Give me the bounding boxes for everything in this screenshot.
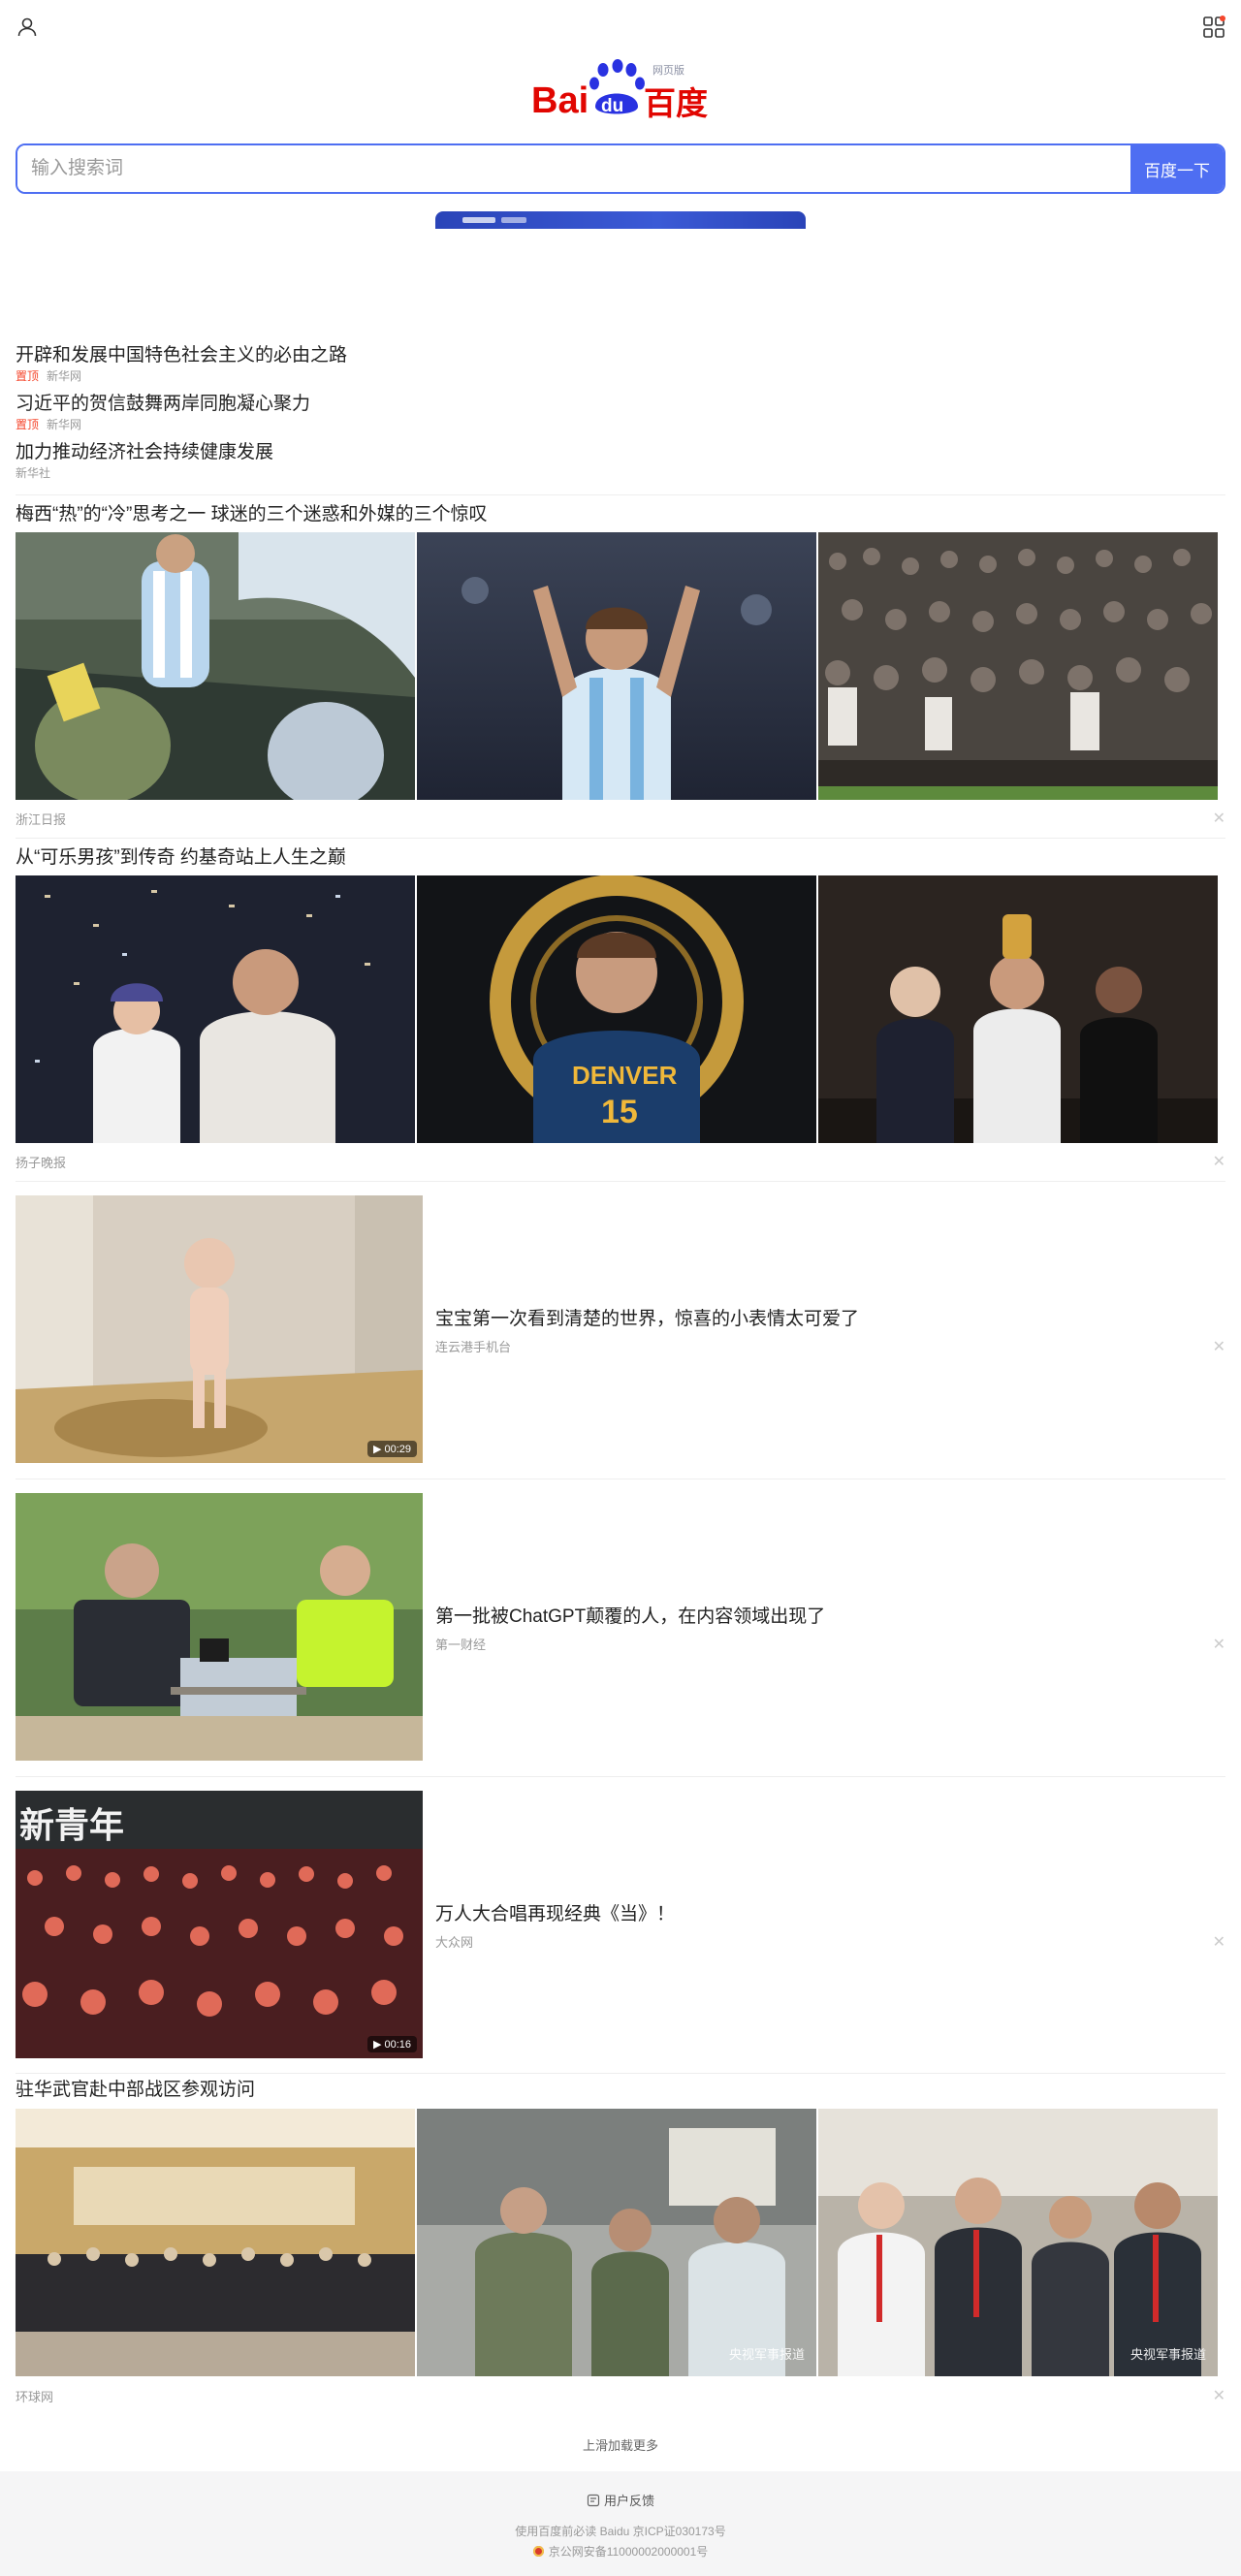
feed-title[interactable]: 宝宝第一次看到清楚的世界，惊喜的小表情太可爱了 xyxy=(435,1304,859,1330)
feed-title[interactable]: 万人大合唱再现经典《当》！ xyxy=(435,1899,675,1925)
feed-image-row[interactable]: 央视军事报道 央视军事报道 xyxy=(16,2109,1218,2376)
feed-source: 第一财经 xyxy=(435,1638,487,1652)
banner-logo xyxy=(462,217,495,223)
svg-text:Bai: Bai xyxy=(531,80,589,120)
divider xyxy=(16,1181,1225,1182)
footer-police-record[interactable]: 京公网安备11000002000001号 xyxy=(0,2543,1241,2560)
feed-image[interactable] xyxy=(417,532,816,800)
footer-legal[interactable]: 使用百度前必读 Baidu 京ICP证030173号 xyxy=(0,2523,1241,2539)
load-more-hint: 上滑加载更多 xyxy=(582,2438,658,2453)
banner-text xyxy=(501,217,526,223)
feed-source: 环球网 xyxy=(16,2390,54,2404)
hot-source: 新华社 xyxy=(16,466,51,480)
close-icon[interactable]: ✕ xyxy=(1213,1152,1225,1171)
feed-image[interactable] xyxy=(16,2109,415,2376)
duration-text: 00:29 xyxy=(384,1444,411,1455)
close-icon[interactable]: ✕ xyxy=(1213,2386,1225,2405)
hot-source: 新华网 xyxy=(47,369,82,383)
feed-video-thumbnail[interactable]: 新青年 ▶ 00:16 xyxy=(16,1791,423,2058)
feed-title[interactable]: 驻华武官赴中部战区参观访问 xyxy=(16,2078,255,2103)
feed-image-row[interactable] xyxy=(16,532,1218,800)
feed-image[interactable] xyxy=(818,532,1218,800)
svg-text:DENVER: DENVER xyxy=(572,1061,678,1090)
hot-title[interactable]: 习近平的贺信鼓舞两岸同胞凝心聚力 xyxy=(16,393,1225,416)
feed-image[interactable] xyxy=(16,1493,423,1761)
list-item[interactable]: 加力推动经济社会持续健康发展 新华社 xyxy=(16,441,1225,490)
top-bar xyxy=(0,0,1241,54)
search-button[interactable]: 百度一下 xyxy=(1130,145,1224,192)
feed-image[interactable]: 央视军事报道 xyxy=(417,2109,816,2376)
police-record-text[interactable]: 京公网安备11000002000001号 xyxy=(549,2545,709,2559)
hot-news-list: 开辟和发展中国特色社会主义的必由之路 置顶 新华网 习近平的贺信鼓舞两岸同胞凝心聚… xyxy=(16,344,1225,490)
logo-badge: 网页版 xyxy=(652,63,684,77)
footer: 用户反馈 使用百度前必读 Baidu 京ICP证030173号 京公网安备110… xyxy=(0,2471,1241,2576)
pinned-badge: 置顶 xyxy=(16,369,40,383)
feed-title[interactable]: 从“可乐男孩”到传奇 约基奇站上人生之巅 xyxy=(16,845,346,871)
video-duration-badge: ▶ 00:16 xyxy=(366,2036,417,2052)
divider xyxy=(16,838,1225,839)
hot-title[interactable]: 加力推动经济社会持续健康发展 xyxy=(16,441,1225,464)
list-item[interactable]: 开辟和发展中国特色社会主义的必由之路 置顶 新华网 xyxy=(16,344,1225,393)
search-box: 百度一下 xyxy=(16,143,1225,194)
police-emblem-icon xyxy=(532,2546,544,2557)
close-icon[interactable]: ✕ xyxy=(1213,809,1225,828)
search-input[interactable] xyxy=(17,145,1130,192)
user-icon[interactable] xyxy=(16,16,39,39)
feed-title[interactable]: 第一批被ChatGPT颠覆的人，在内容领域出现了 xyxy=(435,1602,825,1628)
svg-text:15: 15 xyxy=(601,1094,638,1130)
svg-text:du: du xyxy=(601,96,623,116)
feed-image[interactable] xyxy=(16,875,415,1143)
feed-video-thumbnail[interactable]: ▶ 00:29 xyxy=(16,1195,423,1463)
svg-text:百度: 百度 xyxy=(644,84,708,120)
feed-image[interactable] xyxy=(16,532,415,800)
hot-source: 新华网 xyxy=(47,418,82,431)
feed-source: 浙江日报 xyxy=(16,812,67,827)
divider xyxy=(16,1776,1225,1777)
feedback-icon xyxy=(587,2494,600,2507)
feed-title[interactable]: 梅西“热”的“冷”思考之一 球迷的三个迷惑和外媒的三个惊叹 xyxy=(16,502,488,527)
svg-text:新青年: 新青年 xyxy=(19,1806,124,1846)
feedback-link[interactable]: 用户反馈 xyxy=(0,2491,1241,2509)
feed-image[interactable]: 央视军事报道 xyxy=(818,2109,1218,2376)
baidu-logo[interactable]: Bai du 百度 网页版 xyxy=(524,56,717,120)
watermark: 央视军事报道 xyxy=(1130,2347,1206,2362)
close-icon[interactable]: ✕ xyxy=(1213,1635,1225,1654)
feedback-label[interactable]: 用户反馈 xyxy=(604,2494,654,2508)
feed-image[interactable]: DENVER 15 xyxy=(417,875,816,1143)
duration-text: 00:16 xyxy=(384,2039,411,2051)
close-icon[interactable]: ✕ xyxy=(1213,1932,1225,1952)
feed-source: 大众网 xyxy=(435,1935,474,1950)
close-icon[interactable]: ✕ xyxy=(1213,1337,1225,1356)
feed-image-row[interactable]: DENVER 15 xyxy=(16,875,1218,1143)
watermark: 央视军事报道 xyxy=(728,2347,805,2362)
feed-source: 连云港手机台 xyxy=(435,1340,512,1354)
divider xyxy=(16,494,1225,495)
list-item[interactable]: 习近平的贺信鼓舞两岸同胞凝心聚力 置顶 新华网 xyxy=(16,393,1225,441)
pinned-badge: 置顶 xyxy=(16,418,40,431)
promo-banner[interactable] xyxy=(435,211,806,229)
apps-grid-icon[interactable] xyxy=(1202,16,1225,39)
hot-title[interactable]: 开辟和发展中国特色社会主义的必由之路 xyxy=(16,344,1225,367)
feed-source: 扬子晚报 xyxy=(16,1156,67,1170)
feed-image[interactable] xyxy=(818,875,1218,1143)
video-duration-badge: ▶ 00:29 xyxy=(366,1441,417,1457)
divider xyxy=(16,2073,1225,2074)
